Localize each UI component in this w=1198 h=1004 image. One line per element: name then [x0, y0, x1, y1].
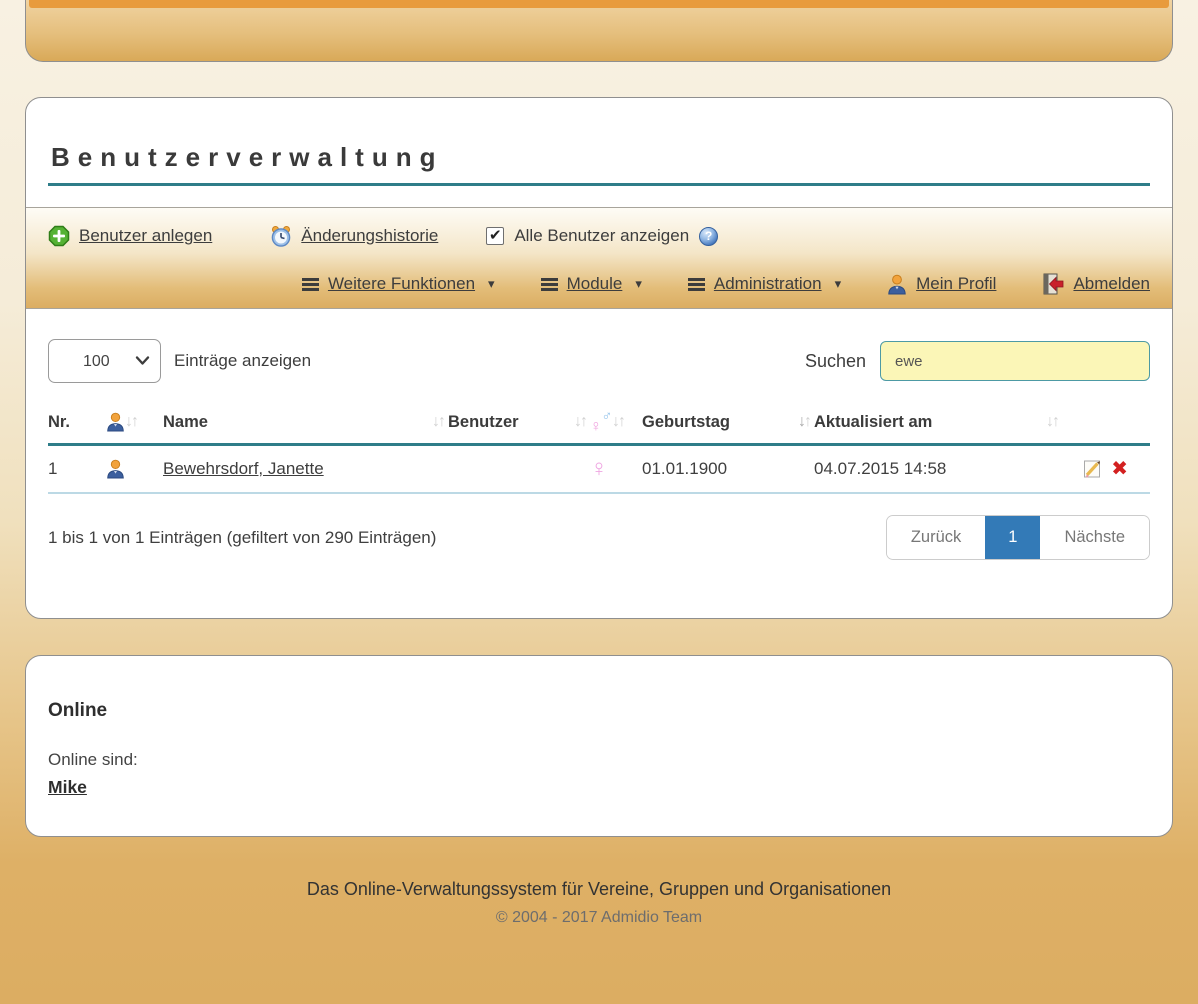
top-panel-highlight-bar: [29, 0, 1169, 8]
footer-tagline: Das Online-Verwaltungssystem für Vereine…: [25, 879, 1173, 900]
table-info-row: 1 bis 1 von 1 Einträgen (gefiltert von 2…: [48, 515, 1150, 560]
show-all-users-group: ✔ Alle Benutzer anzeigen ?: [486, 226, 718, 246]
table-section: 100 Einträge anzeigen Suchen Nr.: [26, 309, 1172, 618]
cell-name: Bewehrsdorf, Janette: [163, 459, 448, 479]
gender-icon: ♂ ♀: [590, 410, 612, 434]
toolbar-row: Benutzer anlegen Änderungshistorie: [48, 225, 1150, 247]
toolbar-band: Benutzer anlegen Änderungshistorie: [26, 207, 1172, 309]
search-group: Suchen: [805, 341, 1150, 381]
header-gender-column[interactable]: ♂ ♀ ↓↑: [590, 410, 642, 434]
menu-item-mein-profil[interactable]: Mein Profil: [887, 274, 996, 295]
module-link[interactable]: Module: [567, 274, 623, 294]
help-icon[interactable]: ?: [699, 227, 718, 246]
mein-profil-link[interactable]: Mein Profil: [916, 274, 996, 294]
menu-item-administration[interactable]: Administration ▾: [688, 274, 841, 294]
show-all-users-checkbox[interactable]: ✔: [486, 227, 504, 245]
abmelden-link[interactable]: Abmelden: [1073, 274, 1150, 294]
logout-door-icon: [1042, 273, 1064, 295]
header-member-column[interactable]: ↓↑: [106, 412, 163, 432]
pagination-prev-button[interactable]: Zurück: [887, 516, 985, 559]
chevron-down-icon: ▾: [488, 276, 495, 292]
user-name-link[interactable]: Bewehrsdorf, Janette: [163, 459, 324, 479]
table-controls-row: 100 Einträge anzeigen Suchen: [48, 339, 1150, 383]
online-users-label: Online sind:: [48, 750, 1150, 770]
chevron-down-icon: ▾: [835, 276, 842, 292]
search-input[interactable]: [880, 341, 1150, 381]
cell-member: [106, 459, 163, 479]
menu-icon: [688, 278, 705, 291]
header-geburtstag-label: Geburtstag: [642, 413, 730, 432]
table-row: 1 Bewehrsdorf, Janette ♀ 01.01.1900: [48, 446, 1150, 494]
sort-icons[interactable]: ↓↑: [798, 413, 814, 431]
menu-item-weitere-funktionen[interactable]: Weitere Funktionen ▾: [302, 274, 495, 294]
administration-link[interactable]: Administration: [714, 274, 822, 294]
sort-icons[interactable]: ↓↑: [574, 413, 590, 431]
page-length-select[interactable]: 100: [48, 339, 161, 383]
header-aktualisiert[interactable]: Aktualisiert am ↓↑: [814, 413, 1062, 432]
add-icon: [48, 225, 70, 247]
page-title: Benutzerverwaltung: [48, 142, 1150, 186]
weitere-funktionen-link[interactable]: Weitere Funktionen: [328, 274, 475, 294]
online-panel-title: Online: [48, 700, 1150, 722]
change-history-link[interactable]: Änderungshistorie: [301, 226, 438, 246]
chevron-down-icon: ▾: [635, 276, 642, 292]
sort-icons[interactable]: ↓↑: [612, 413, 628, 431]
cell-nr: 1: [48, 459, 106, 479]
menu-icon: [302, 278, 319, 291]
user-management-panel: Benutzerverwaltung Benutzer anlegen: [25, 97, 1173, 619]
pagination-page-1-button[interactable]: 1: [985, 516, 1040, 559]
header-benutzer-label: Benutzer: [448, 413, 519, 432]
menu-icon: [541, 278, 558, 291]
menu-item-abmelden[interactable]: Abmelden: [1042, 273, 1150, 295]
pagination-next-button[interactable]: Nächste: [1040, 516, 1149, 559]
top-panel: [25, 0, 1173, 62]
pagination: Zurück 1 Nächste: [886, 515, 1150, 560]
checkbox-check-icon: ✔: [489, 228, 502, 243]
search-label: Suchen: [805, 351, 866, 372]
member-icon[interactable]: [106, 459, 125, 479]
entries-label: Einträge anzeigen: [174, 351, 311, 371]
header-aktualisiert-label: Aktualisiert am: [814, 413, 932, 432]
create-user-link[interactable]: Benutzer anlegen: [79, 226, 212, 246]
online-panel: Online Online sind: Mike: [25, 655, 1173, 837]
online-user-link[interactable]: Mike: [48, 777, 87, 798]
clock-icon: [270, 225, 292, 247]
header-benutzer[interactable]: Benutzer ↓↑: [448, 413, 590, 432]
sort-icons[interactable]: ↓↑: [432, 413, 448, 431]
table-header-row: Nr. ↓↑ Name ↓↑ Benutzer ↓↑: [48, 410, 1150, 446]
birthdate-value: 01.01.1900: [642, 459, 727, 479]
title-wrap: Benutzerverwaltung: [26, 98, 1172, 186]
person-icon: [887, 274, 907, 295]
header-name[interactable]: Name ↓↑: [163, 413, 448, 432]
updated-value: 04.07.2015 14:58: [814, 459, 946, 479]
cell-actions: ✖: [1062, 459, 1150, 479]
change-history-item[interactable]: Änderungshistorie: [270, 225, 438, 247]
entries-info: 1 bis 1 von 1 Einträgen (gefiltert von 2…: [48, 528, 436, 548]
create-user-item[interactable]: Benutzer anlegen: [48, 225, 212, 247]
cell-gender: ♀: [590, 457, 642, 481]
page-length-select-wrap: 100: [48, 339, 161, 383]
show-all-users-label: Alle Benutzer anzeigen: [514, 226, 689, 246]
cell-geburtstag: 01.01.1900: [642, 459, 814, 479]
female-icon: ♀: [590, 457, 608, 481]
page-length-group: 100 Einträge anzeigen: [48, 339, 311, 383]
sort-icons[interactable]: ↓↑: [1046, 413, 1062, 431]
header-name-label: Name: [163, 413, 208, 432]
header-nr: Nr.: [48, 413, 106, 432]
delete-icon[interactable]: ✖: [1111, 459, 1128, 479]
module-menu-row: Weitere Funktionen ▾ Module ▾ Administra…: [48, 273, 1150, 295]
page-footer: Das Online-Verwaltungssystem für Vereine…: [25, 879, 1173, 927]
sort-icons[interactable]: ↓↑: [125, 413, 141, 431]
header-geburtstag[interactable]: Geburtstag ↓↑: [642, 413, 814, 432]
menu-item-module[interactable]: Module ▾: [541, 274, 642, 294]
content-column: Benutzerverwaltung Benutzer anlegen: [25, 0, 1173, 927]
member-icon: [106, 412, 125, 432]
footer-copyright: © 2004 - 2017 Admidio Team: [25, 909, 1173, 927]
cell-aktualisiert: 04.07.2015 14:58: [814, 459, 1062, 479]
edit-icon[interactable]: [1082, 459, 1102, 479]
